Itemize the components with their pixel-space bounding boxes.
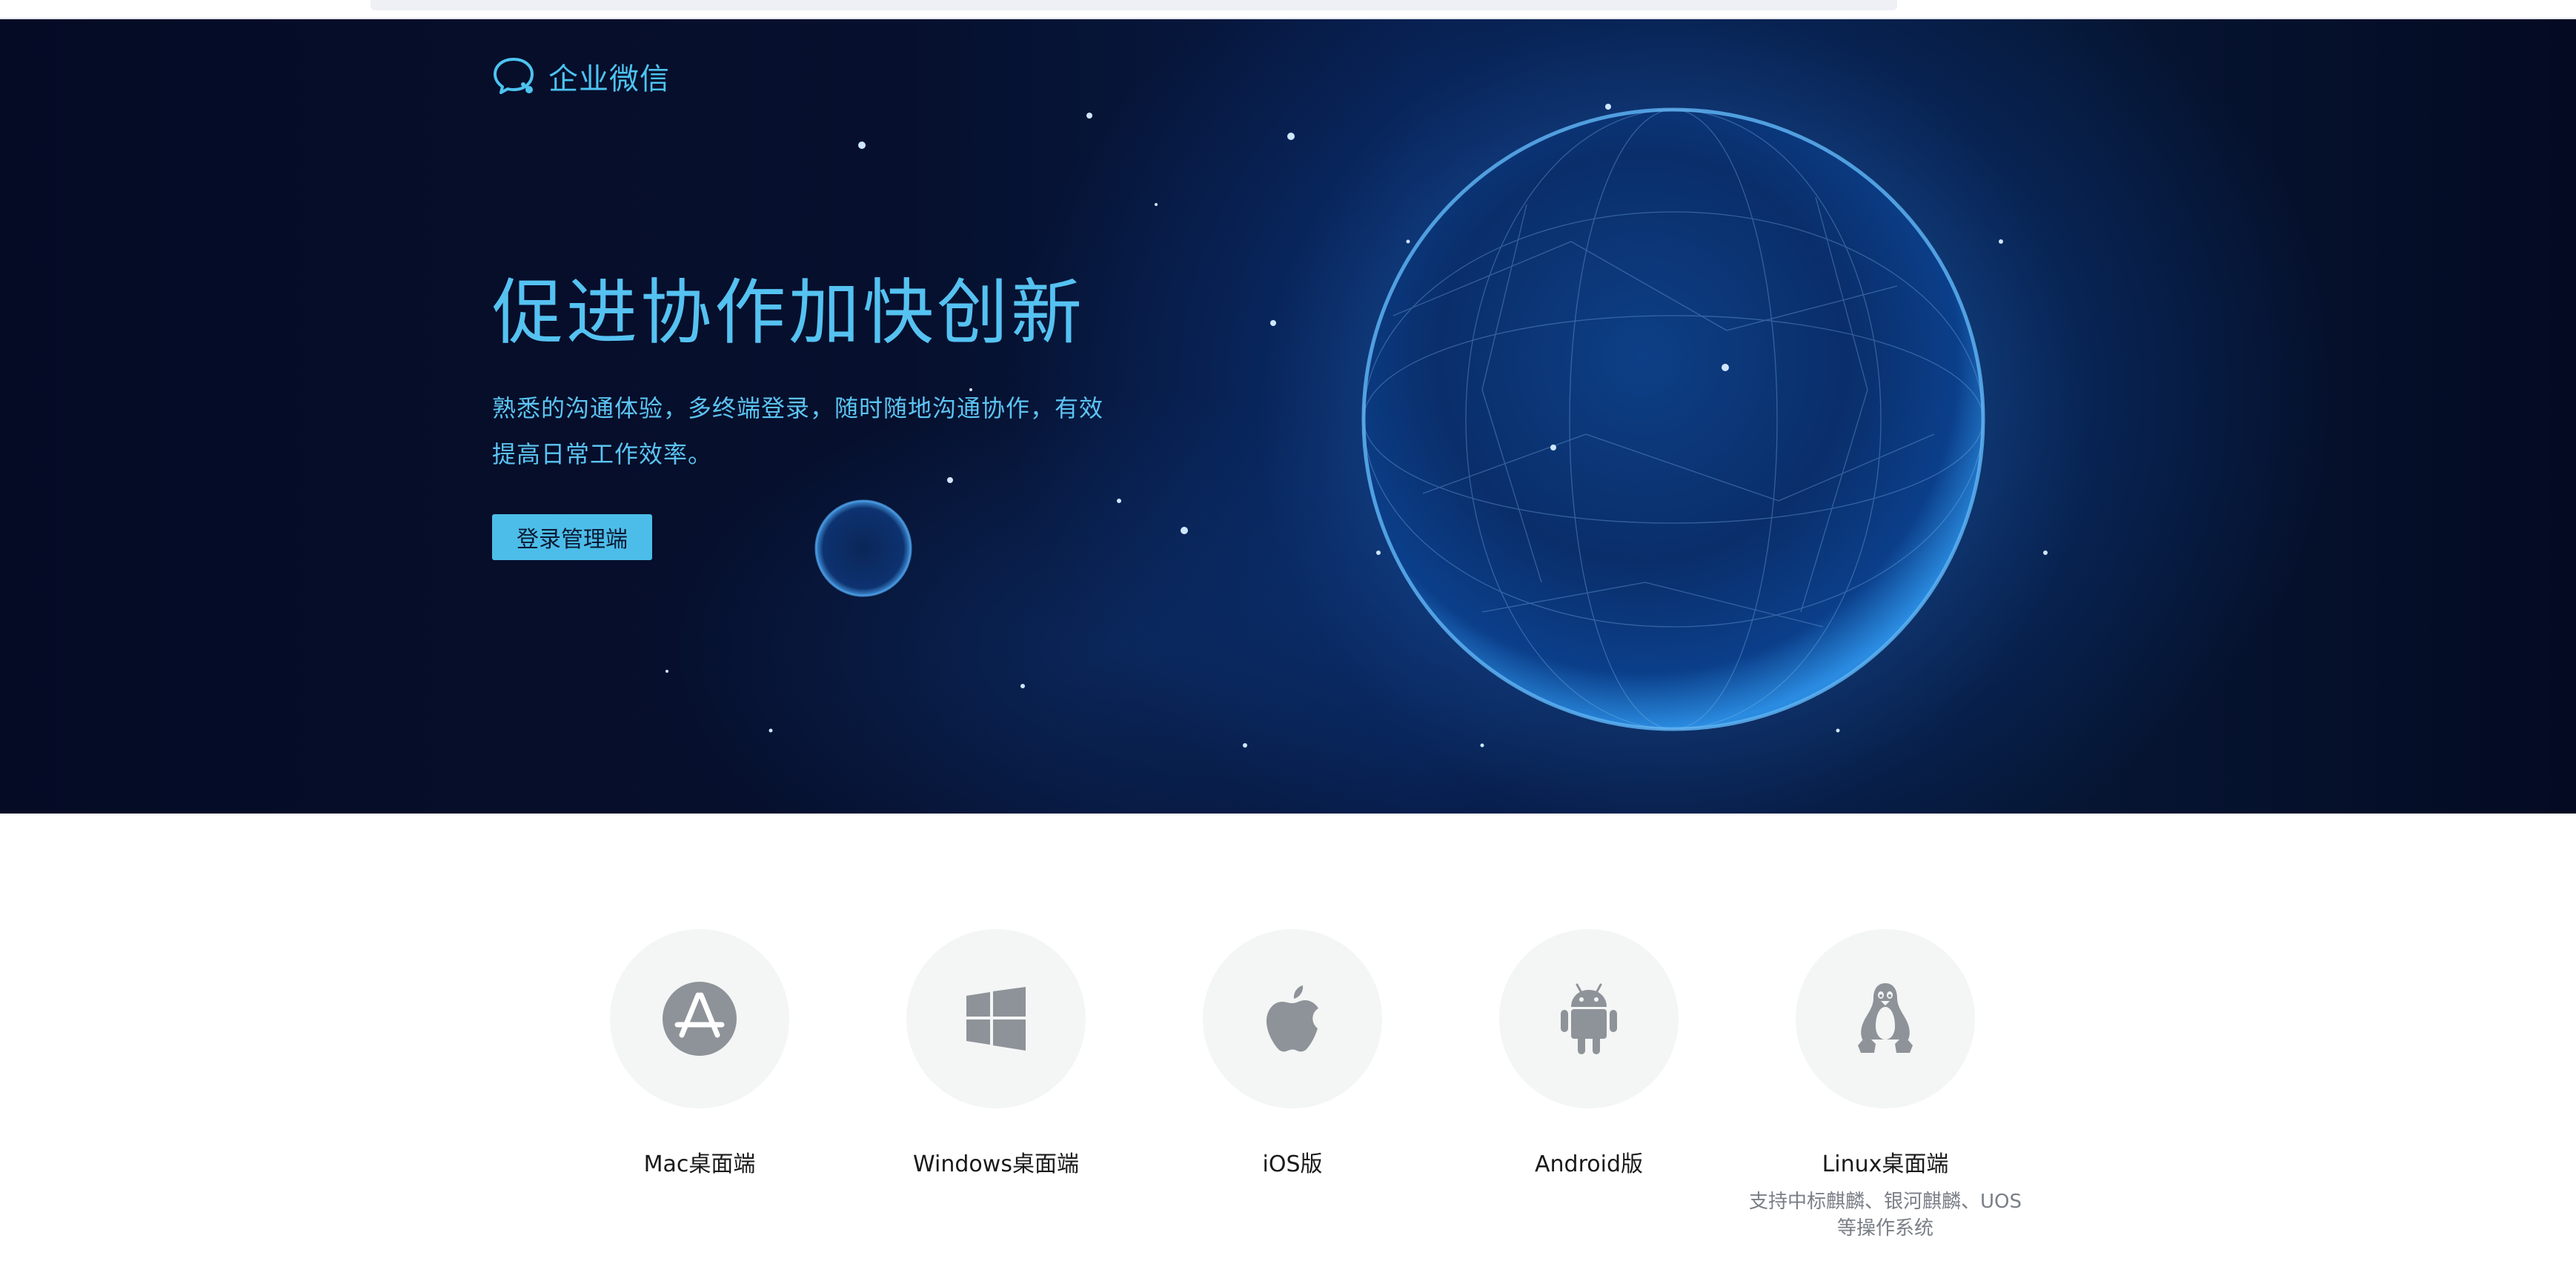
platform-icon-circle [1499,929,1679,1108]
windows-icon [966,987,1026,1051]
platform-icon-circle [1203,929,1382,1108]
platform-icon-circle [906,929,1086,1108]
hero-title: 促进协作加快创新 [492,271,1085,354]
platform-ios[interactable]: iOS版 [1129,929,1455,1178]
app-store-icon [663,982,737,1056]
platform-label: iOS版 [1262,1151,1323,1177]
platform-label: Windows桌面端 [913,1151,1079,1177]
top-strip [0,0,2576,19]
globe [1364,110,1983,729]
platform-downloads: Mac桌面端 Windows桌面端 iOS版 Android版 Linux桌面端… [0,814,2576,1264]
platform-icon-circle [1796,929,1975,1108]
brand-name: 企业微信 [548,62,670,96]
platform-note: 支持中标麒麟、银河麒麟、UOS等操作系统 [1749,1191,2022,1240]
platform-android[interactable]: Android版 [1426,929,1752,1178]
hero-description: 熟悉的沟通体验，多终端登录，随时随地沟通协作，有效提高日常工作效率。 [492,394,1104,468]
platform-mac[interactable]: Mac桌面端 [537,929,863,1178]
platform-windows[interactable]: Windows桌面端 [833,929,1159,1178]
space-globe-illustration [665,19,2088,814]
platform-label: Mac桌面端 [643,1151,756,1177]
brand[interactable]: 企业微信 [492,55,670,98]
top-bar [371,0,1897,10]
android-icon [1561,983,1617,1054]
platform-label: Linux桌面端 [1822,1151,1949,1177]
platform-label: Android版 [1535,1151,1643,1177]
platform-linux[interactable]: Linux桌面端 支持中标麒麟、银河麒麟、UOS等操作系统 [1722,929,2048,1242]
hero-banner: 企业微信 促进协作加快创新 熟悉的沟通体验，多终端登录，随时随地沟通协作，有效提… [0,19,2576,814]
wework-chat-logo-icon [494,58,534,94]
apple-icon [1266,985,1318,1052]
linux-penguin-icon [1858,983,1913,1053]
login-admin-button[interactable]: 登录管理端 [492,514,652,560]
platform-icon-circle [610,929,789,1108]
